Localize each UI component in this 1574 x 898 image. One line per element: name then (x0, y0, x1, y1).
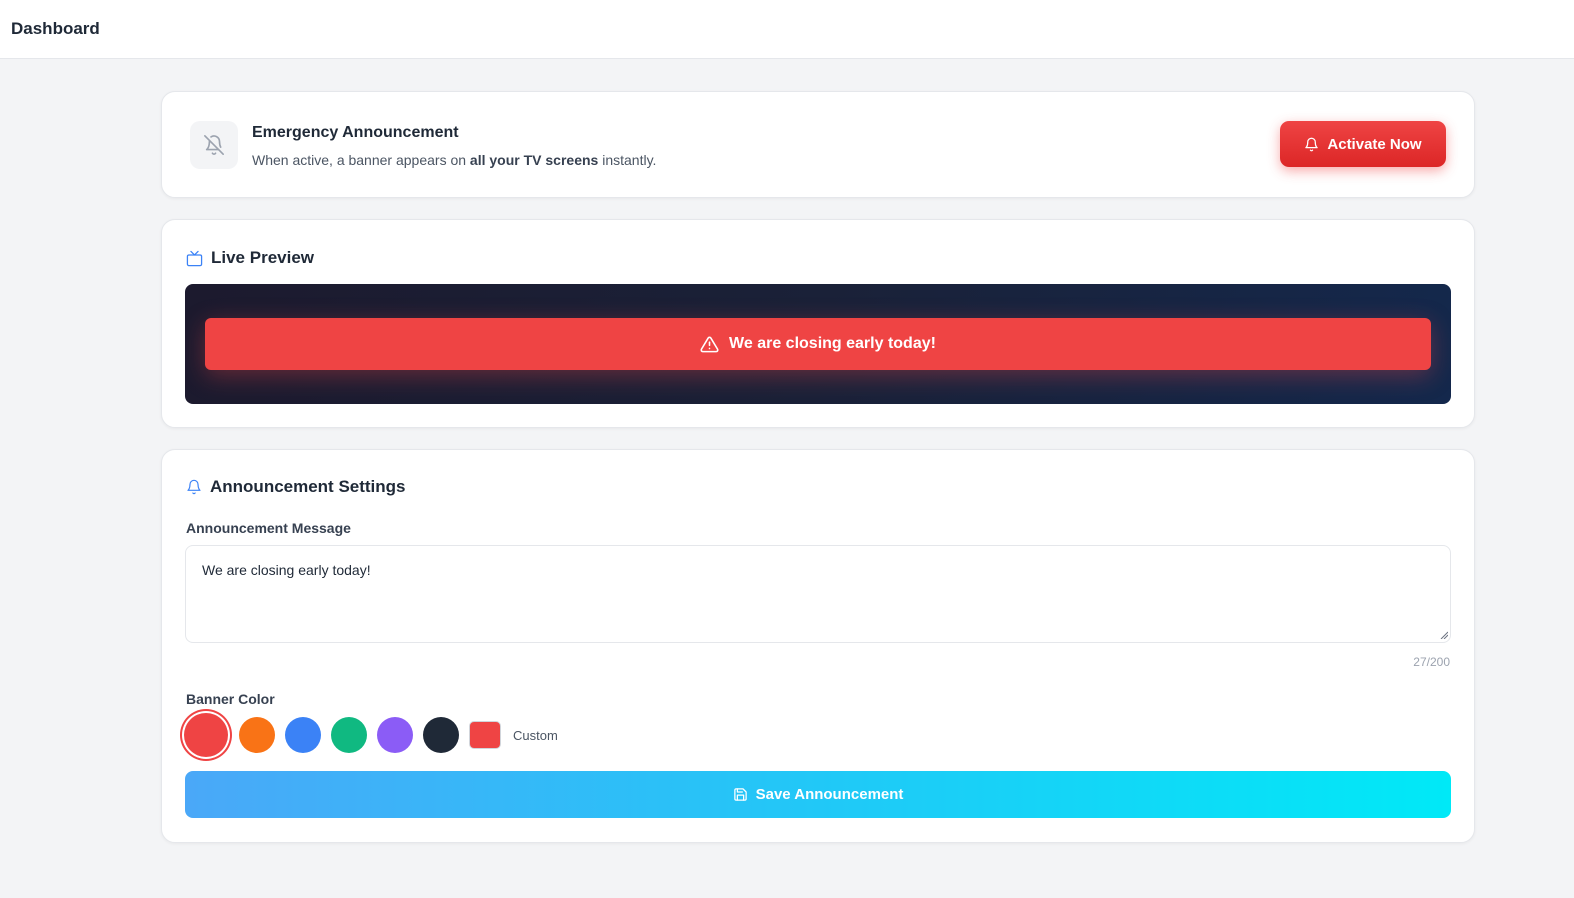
settings-title: Announcement Settings (210, 477, 406, 496)
color-swatches: Custom (183, 713, 558, 757)
page-title: Dashboard (11, 19, 100, 38)
activate-now-button[interactable]: Activate Now (1280, 121, 1446, 167)
save-announcement-button[interactable]: Save Announcement (185, 771, 1451, 818)
resize-grip-icon[interactable] (1440, 631, 1448, 639)
color-swatch-dark[interactable] (423, 717, 459, 753)
bell-icon (1305, 137, 1319, 151)
custom-color-picker[interactable] (469, 721, 501, 749)
color-swatch-orange[interactable] (239, 717, 275, 753)
tv-icon (186, 250, 203, 266)
message-label: Announcement Message (186, 520, 351, 536)
announcement-settings-card: Announcement Settings Announcement Messa… (161, 449, 1475, 843)
emergency-title: Emergency Announcement (252, 124, 459, 141)
banner-color-label: Banner Color (186, 691, 275, 707)
emergency-description: When active, a banner appears on all you… (252, 152, 656, 168)
bell-icon (187, 479, 201, 495)
save-announcement-label: Save Announcement (755, 786, 904, 803)
tv-preview-screen: We are closing early today! (185, 284, 1451, 404)
color-swatch-green[interactable] (331, 717, 367, 753)
emergency-desc-bold: all your TV screens (469, 152, 599, 168)
color-swatch-blue[interactable] (285, 717, 321, 753)
character-count: 27/200 (1413, 655, 1450, 669)
emergency-desc-prefix: When active, a banner appears on (252, 152, 470, 168)
preview-banner: We are closing early today! (205, 318, 1431, 370)
live-preview-title: Live Preview (211, 248, 315, 267)
bell-off-icon (190, 121, 238, 169)
save-icon (733, 788, 747, 801)
custom-color-label: Custom (513, 727, 558, 743)
settings-heading: Announcement Settings (186, 477, 406, 497)
emergency-desc-suffix: instantly. (598, 152, 657, 168)
color-swatch-purple[interactable] (377, 717, 413, 753)
top-bar: Dashboard (0, 0, 1574, 59)
preview-banner-text: We are closing early today! (729, 335, 936, 352)
color-swatch-red[interactable] (184, 713, 228, 757)
announcement-message-input[interactable] (185, 545, 1451, 643)
live-preview-heading: Live Preview (186, 248, 314, 268)
activate-now-label: Activate Now (1327, 135, 1422, 153)
emergency-card: Emergency Announcement When active, a ba… (161, 91, 1475, 198)
warning-triangle-icon (700, 336, 719, 352)
live-preview-card: Live Preview We are closing early today! (161, 219, 1475, 428)
